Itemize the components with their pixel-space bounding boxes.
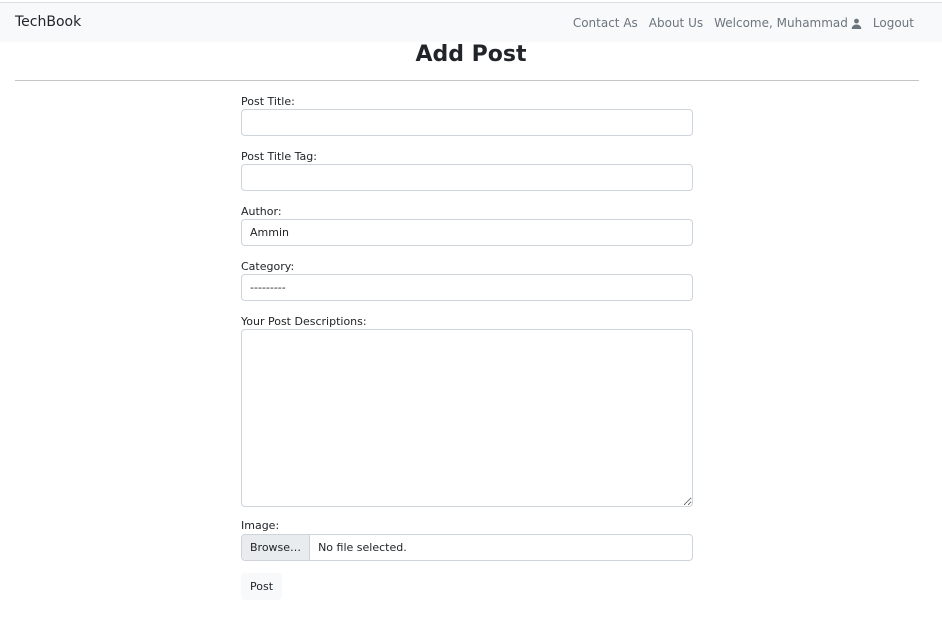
post-title-input[interactable] [241,109,693,136]
add-post-form: Post Title: Post Title Tag: Author: Cate… [241,94,693,600]
nav-contact-link[interactable]: Contact As [573,16,638,30]
welcome-text: Welcome, Muhammad [714,16,848,30]
title-tag-label: Post Title Tag: [241,150,317,163]
title-tag-input[interactable] [241,164,693,191]
description-textarea[interactable] [241,329,693,507]
image-label: Image: [241,519,280,532]
file-status: No file selected. [318,541,407,554]
author-label: Author: [241,205,282,218]
browse-button[interactable]: Browse… [242,535,311,560]
description-label: Your Post Descriptions: [241,315,367,328]
user-icon [851,18,862,29]
logout-link[interactable]: Logout [873,16,914,30]
nav-about-link[interactable]: About Us [649,16,703,30]
brand-link[interactable]: TechBook [15,14,81,30]
post-button[interactable]: Post [241,573,283,600]
divider [15,80,919,81]
welcome-user[interactable]: Welcome, Muhammad [714,16,862,30]
nav-right: Contact As About Us Welcome, Muhammad Lo… [573,16,914,30]
category-select[interactable]: --------- [241,274,693,301]
page-title: Add Post [415,42,527,67]
post-title-label: Post Title: [241,95,295,108]
author-input[interactable] [241,219,693,246]
image-file-input[interactable]: Browse… No file selected. [241,534,693,561]
category-label: Category: [241,260,295,273]
navbar: TechBook Contact As About Us Welcome, Mu… [0,2,942,42]
